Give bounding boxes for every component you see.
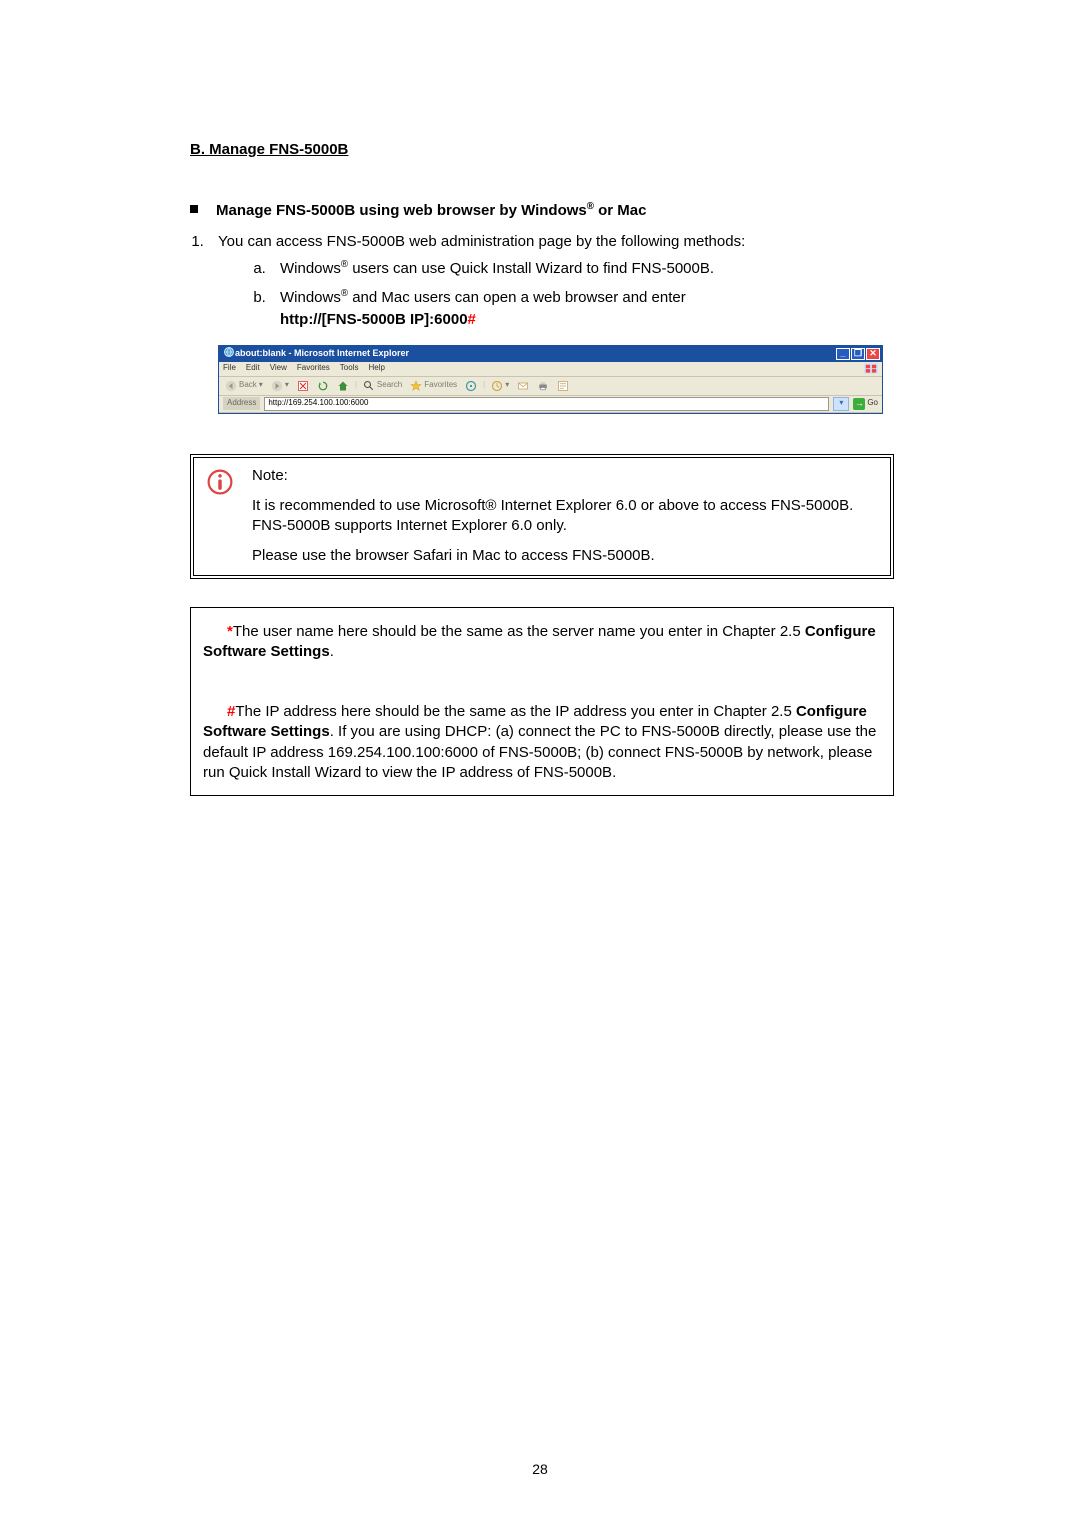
registered-mark: ® bbox=[341, 259, 348, 270]
bullet-heading-post: or Mac bbox=[594, 202, 647, 219]
sub-a-pre: Windows bbox=[280, 260, 341, 277]
info-icon bbox=[206, 468, 234, 496]
menu-view[interactable]: View bbox=[270, 363, 287, 374]
sub-a-post: users can use Quick Install Wizard to fi… bbox=[348, 260, 714, 277]
note-title: Note: bbox=[252, 466, 876, 486]
favorites-button[interactable]: Favorites bbox=[408, 380, 459, 392]
print-button[interactable] bbox=[535, 380, 551, 392]
chevron-down-icon: ▾ bbox=[259, 380, 263, 391]
sub-b-pre: Windows bbox=[280, 289, 341, 306]
info2-a: The IP address here should be the same a… bbox=[235, 703, 796, 720]
chevron-down-icon: ▾ bbox=[285, 380, 289, 391]
bullet-heading: Manage FNS-5000B using web browser by Wi… bbox=[216, 200, 646, 221]
info-box: *The user name here should be the same a… bbox=[190, 607, 894, 797]
ie-address-bar: Address http://169.254.100.100:6000 ▾ → … bbox=[219, 396, 882, 413]
close-button[interactable]: ✕ bbox=[866, 348, 880, 360]
registered-mark: ® bbox=[587, 201, 594, 212]
address-label: Address bbox=[223, 397, 260, 410]
info-para-1: *The user name here should be the same a… bbox=[203, 622, 881, 663]
search-label: Search bbox=[377, 380, 402, 391]
note-para-1: It is recommended to use Microsoft® Inte… bbox=[252, 496, 876, 537]
ie-toolbar: Back ▾ ▾ | Search Favori bbox=[219, 377, 882, 396]
home-button[interactable] bbox=[335, 380, 351, 392]
maximize-button[interactable]: ❐ bbox=[851, 348, 865, 360]
stop-button[interactable] bbox=[295, 380, 311, 392]
back-button[interactable]: Back ▾ bbox=[223, 380, 265, 392]
list-item: Windows® and Mac users can open a web br… bbox=[270, 287, 894, 331]
favorites-label: Favorites bbox=[424, 380, 457, 391]
minimize-button[interactable]: _ bbox=[836, 348, 850, 360]
info1-a: The user name here should be the same as… bbox=[233, 623, 805, 640]
sub-b-post: and Mac users can open a web browser and… bbox=[348, 289, 686, 306]
registered-mark: ® bbox=[341, 288, 348, 299]
hash-mark: # bbox=[468, 311, 476, 328]
ie-menubar: File Edit View Favorites Tools Help bbox=[219, 362, 882, 377]
refresh-button[interactable] bbox=[315, 380, 331, 392]
address-input[interactable]: http://169.254.100.100:6000 bbox=[264, 397, 829, 411]
menu-file[interactable]: File bbox=[223, 363, 236, 374]
bullet-heading-pre: Manage FNS-5000B using web browser by Wi… bbox=[216, 202, 587, 219]
note-para-2: Please use the browser Safari in Mac to … bbox=[252, 546, 876, 566]
go-arrow-icon: → bbox=[853, 398, 865, 410]
intro-line: You can access FNS-5000B web administrat… bbox=[218, 233, 745, 250]
list-item: Windows® users can use Quick Install Wiz… bbox=[270, 258, 894, 279]
info1-b: . bbox=[330, 643, 334, 660]
ie-title-text: about:blank - Microsoft Internet Explore… bbox=[235, 347, 835, 359]
menu-help[interactable]: Help bbox=[368, 363, 384, 374]
ie-logo-icon bbox=[864, 363, 878, 375]
forward-button[interactable]: ▾ bbox=[269, 380, 291, 392]
note-box: Note: It is recommended to use Microsoft… bbox=[190, 454, 894, 579]
go-label: Go bbox=[867, 398, 878, 409]
section-title: B. Manage FNS-5000B bbox=[190, 140, 894, 160]
url-text: http://[FNS-5000B IP]:6000 bbox=[280, 311, 468, 328]
info-para-2: #The IP address here should be the same … bbox=[203, 702, 881, 783]
ie-titlebar: about:blank - Microsoft Internet Explore… bbox=[219, 346, 882, 362]
back-label: Back bbox=[239, 380, 257, 391]
ie-window-screenshot: about:blank - Microsoft Internet Explore… bbox=[218, 345, 883, 414]
history-button[interactable]: ▾ bbox=[489, 380, 511, 392]
go-button[interactable]: → Go bbox=[853, 398, 878, 410]
edit-button[interactable] bbox=[555, 380, 571, 392]
bullet-icon bbox=[190, 205, 198, 213]
menu-tools[interactable]: Tools bbox=[340, 363, 359, 374]
list-item: You can access FNS-5000B web administrat… bbox=[208, 232, 894, 331]
page-number: 28 bbox=[0, 1460, 1080, 1479]
menu-favorites[interactable]: Favorites bbox=[297, 363, 330, 374]
search-button[interactable]: Search bbox=[361, 380, 404, 392]
ie-app-icon bbox=[223, 346, 235, 361]
menu-edit[interactable]: Edit bbox=[246, 363, 260, 374]
media-button[interactable] bbox=[463, 380, 479, 392]
chevron-down-icon: ▾ bbox=[505, 380, 509, 391]
mail-button[interactable] bbox=[515, 380, 531, 392]
address-dropdown-button[interactable]: ▾ bbox=[833, 397, 849, 411]
